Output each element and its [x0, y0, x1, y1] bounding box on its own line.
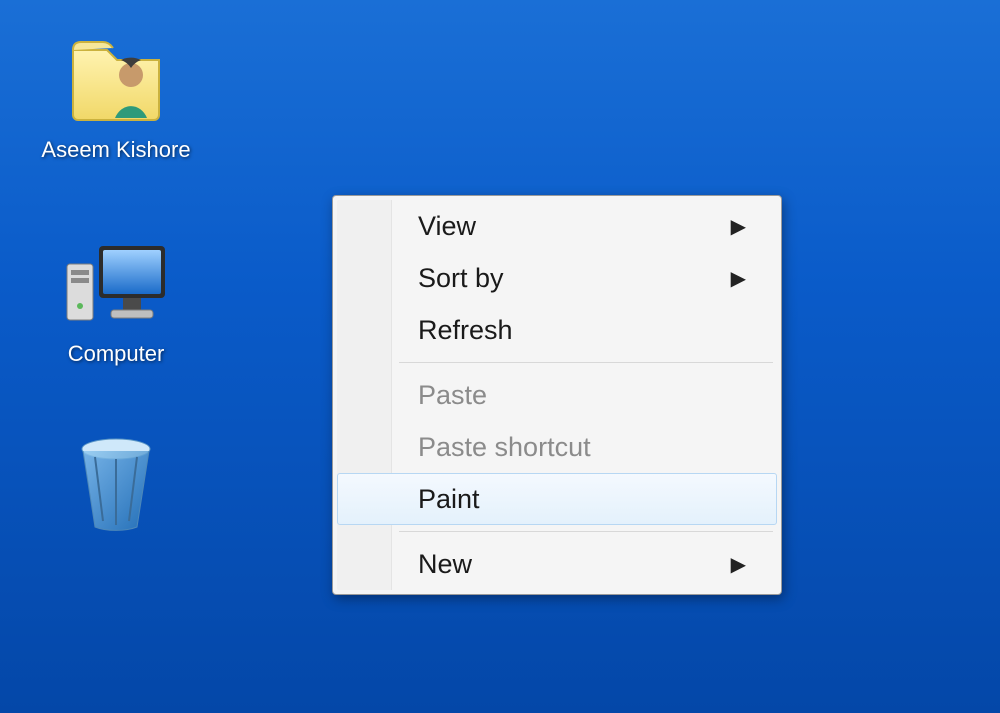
submenu-arrow-icon: ▶	[731, 214, 746, 239]
menu-item-label: Paste	[418, 380, 487, 411]
recycle-bin-icon	[61, 427, 171, 537]
submenu-arrow-icon: ▶	[731, 552, 746, 577]
menu-item-label: New	[418, 549, 472, 580]
menu-separator	[399, 531, 773, 532]
menu-separator	[399, 362, 773, 363]
desktop-icon-label: Computer	[36, 340, 196, 368]
menu-item-view[interactable]: View ▶	[337, 200, 777, 252]
computer-icon	[61, 224, 171, 334]
submenu-arrow-icon: ▶	[731, 266, 746, 291]
menu-item-label: View	[418, 211, 476, 242]
desktop-icon-user-folder[interactable]: Aseem Kishore	[36, 20, 196, 164]
menu-item-paste-shortcut: Paste shortcut	[337, 421, 777, 473]
desktop-icon-computer[interactable]: Computer	[36, 224, 196, 368]
menu-item-paste: Paste	[337, 369, 777, 421]
desktop-icon-recycle-bin[interactable]	[36, 427, 196, 537]
desktop-context-menu: View ▶ Sort by ▶ Refresh Paste Paste sho…	[332, 195, 782, 595]
desktop-icons: Aseem Kishore	[36, 20, 196, 597]
menu-item-sort-by[interactable]: Sort by ▶	[337, 252, 777, 304]
menu-item-new[interactable]: New ▶	[337, 538, 777, 590]
user-folder-icon	[61, 20, 171, 130]
menu-item-refresh[interactable]: Refresh	[337, 304, 777, 356]
menu-item-label: Paint	[418, 484, 480, 515]
menu-item-label: Refresh	[418, 315, 513, 346]
menu-item-paint[interactable]: Paint	[337, 473, 777, 525]
desktop-icon-label: Aseem Kishore	[36, 136, 196, 164]
menu-item-label: Sort by	[418, 263, 504, 294]
menu-item-label: Paste shortcut	[418, 432, 591, 463]
